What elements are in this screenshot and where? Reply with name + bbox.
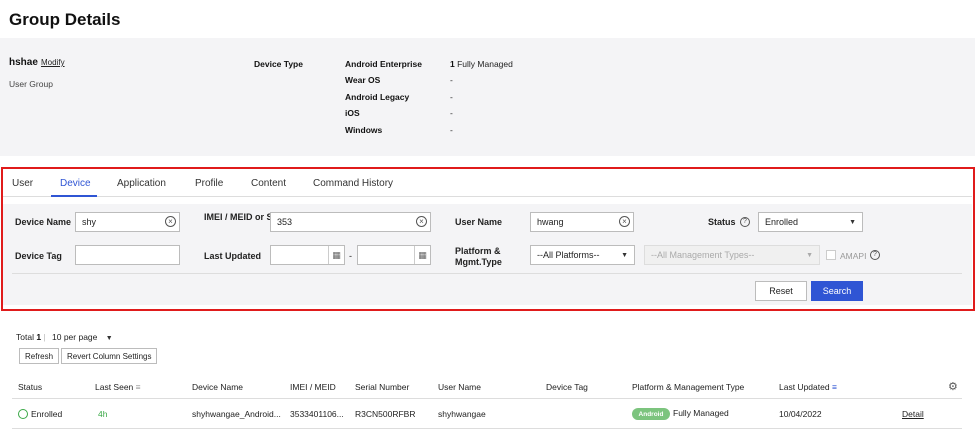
refresh-button[interactable]: Refresh [19, 348, 60, 364]
header-divider [12, 398, 962, 399]
group-name: hshae [9, 57, 38, 68]
sort-icon[interactable]: ≡ [832, 382, 837, 392]
column-header-last-updated[interactable]: Last Updated ≡ [779, 382, 837, 392]
column-header-device-tag[interactable]: Device Tag [546, 382, 588, 392]
row-management-type: Fully Managed [673, 408, 729, 418]
android-badge: Android [632, 408, 670, 420]
row-divider [12, 428, 962, 429]
device-type-android-enterprise-value: 1 Fully Managed [450, 59, 513, 69]
column-header-status[interactable]: Status [18, 382, 42, 392]
device-type-android-legacy: Android Legacy [345, 92, 410, 102]
row-serial-number: R3CN500RFBR [355, 409, 416, 419]
detail-link[interactable]: Detail [902, 409, 924, 419]
row-status: Enrolled [31, 409, 63, 419]
modify-link[interactable]: Modify [41, 58, 65, 67]
device-type-wear-os-value: - [450, 75, 453, 85]
revert-column-settings-button[interactable]: Revert Column Settings [61, 348, 158, 364]
device-type-ios-value: - [450, 108, 453, 118]
row-imei: 3533401106... [290, 409, 344, 419]
device-type-windows-value: - [450, 125, 453, 135]
device-type-label: Device Type [254, 59, 303, 69]
row-user-name: shyhwangae [438, 409, 486, 419]
total-summary: Total 1 | [16, 332, 46, 342]
page-title: Group Details [9, 10, 121, 29]
row-last-seen: 4h [98, 409, 108, 419]
row-device-name: shyhwangae_Android... [192, 409, 281, 419]
column-header-serial-number[interactable]: Serial Number [355, 382, 409, 392]
chevron-down-icon: ▼ [105, 335, 113, 342]
column-header-platform[interactable]: Platform & Management Type [632, 382, 744, 392]
sort-icon[interactable]: ≡ [136, 382, 141, 392]
gear-icon[interactable]: ⚙ [948, 380, 958, 393]
column-header-device-name[interactable]: Device Name [192, 382, 243, 392]
column-header-last-seen[interactable]: Last Seen ≡ [95, 382, 141, 392]
status-enrolled-icon [18, 409, 28, 419]
device-type-android-legacy-value: - [450, 92, 453, 102]
row-last-updated: 10/04/2022 [779, 409, 822, 419]
device-type-android-enterprise: Android Enterprise [345, 59, 422, 69]
group-info-panel [0, 38, 975, 156]
device-type-windows: Windows [345, 125, 383, 135]
group-type: User Group [9, 79, 53, 89]
per-page-select[interactable]: 10 per page ▼ [52, 332, 113, 342]
column-header-imei[interactable]: IMEI / MEID [290, 382, 336, 392]
device-type-ios: iOS [345, 108, 360, 118]
column-header-user-name[interactable]: User Name [438, 382, 481, 392]
device-type-wear-os: Wear OS [345, 75, 381, 85]
highlight-frame [1, 167, 975, 311]
